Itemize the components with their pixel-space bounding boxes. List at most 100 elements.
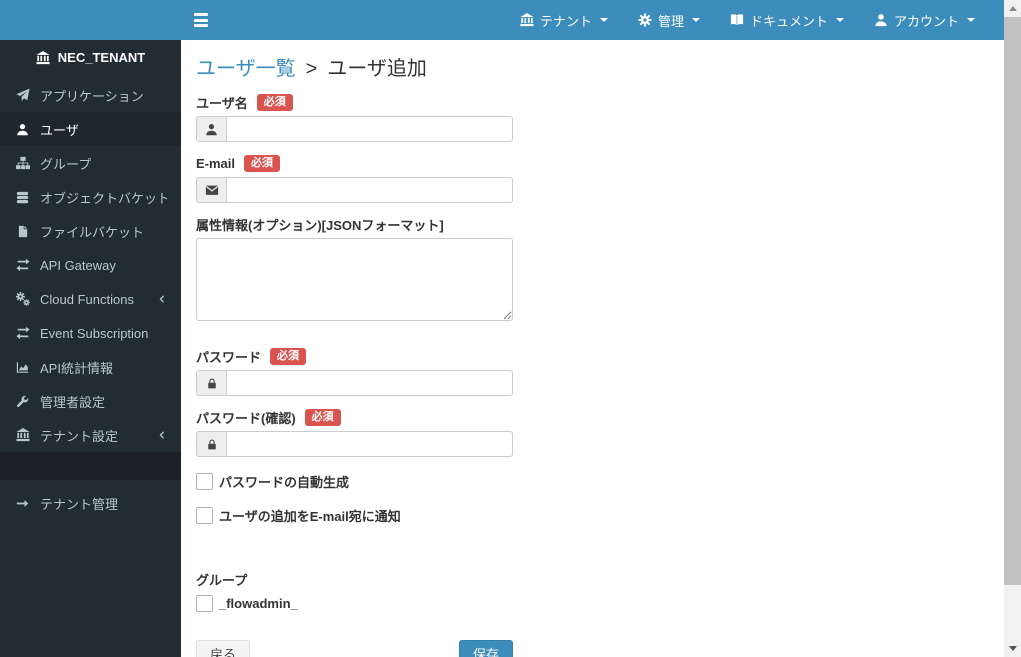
sidebar-item-label: ファイルバケット (40, 224, 145, 240)
database-icon (14, 191, 31, 204)
scrollbar-up-button[interactable] (1004, 0, 1021, 17)
caret-down-icon (691, 18, 700, 22)
sidebar-item-label: Cloud Functions (40, 291, 134, 307)
scrollbar-down-button[interactable] (1004, 640, 1021, 657)
file-icon (14, 225, 31, 238)
arrow-up-icon (1008, 6, 1017, 11)
username-input[interactable] (226, 116, 513, 142)
sidebar-item-object-bucket[interactable]: オブジェクトバケット (0, 180, 181, 214)
gear-icon (638, 13, 652, 27)
user-icon (14, 123, 31, 136)
group-flowadmin-checkbox[interactable] (196, 595, 213, 612)
topnav-menu: テナント 管理 ドキュメント アカウント (505, 0, 990, 40)
password-confirm-label-row: パスワード(確認) 必須 (196, 408, 513, 427)
topnav-admin-menu[interactable]: 管理 (623, 0, 715, 40)
notify-email-row: ユーザの追加をE-mail宛に通知 (196, 506, 513, 525)
vertical-scrollbar[interactable] (1004, 0, 1021, 657)
sidebar-toggle-button[interactable] (192, 11, 210, 29)
password-confirm-label: パスワード(確認) (196, 411, 296, 426)
sidebar-item-api-gateway[interactable]: API Gateway (0, 248, 181, 282)
topnav-tenant-menu[interactable]: テナント (505, 0, 623, 40)
password-label: パスワード (196, 350, 262, 365)
password-input[interactable] (226, 370, 513, 396)
sidebar-item-label: テナント管理 (40, 496, 119, 512)
send-icon (14, 88, 31, 102)
bank-icon (36, 50, 50, 64)
required-badge: 必須 (256, 93, 293, 112)
auto-generate-password-label: パスワードの自動生成 (219, 475, 350, 490)
page-title: ユーザ追加 (327, 58, 427, 80)
required-badge: 必須 (244, 154, 281, 173)
group-flowadmin-row: _flowadmin_ (196, 595, 513, 612)
sidebar-item-label: API統計情報 (40, 360, 113, 376)
sidebar-divider (0, 452, 181, 480)
topnav-admin-label: 管理 (657, 13, 684, 29)
sitemap-icon (14, 156, 31, 170)
breadcrumb-separator: > (305, 58, 318, 80)
auto-generate-password-checkbox[interactable] (196, 473, 213, 490)
group-flowadmin-label: _flowadmin_ (219, 596, 298, 611)
sidebar-item-label: 管理者設定 (40, 394, 106, 410)
sidebar-item-tenant-management[interactable]: テナント管理 (0, 486, 181, 520)
chevron-left-icon (157, 294, 167, 304)
sidebar-item-file-bucket[interactable]: ファイルバケット (0, 214, 181, 248)
sidebar-item-tenant-settings[interactable]: テナント設定 (0, 418, 181, 452)
password-label-row: パスワード 必須 (196, 347, 513, 366)
bank-icon (14, 428, 31, 442)
email-input[interactable] (226, 177, 513, 203)
required-badge: 必須 (270, 347, 307, 366)
lock-icon (196, 370, 226, 396)
user-icon (196, 116, 226, 142)
sidebar: NEC_TENANT アプリケーション ユーザ グループ オブジェクトバケット (0, 40, 181, 657)
envelope-icon (196, 177, 226, 203)
sidebar-item-group[interactable]: グループ (0, 146, 181, 180)
sidebar-item-user[interactable]: ユーザ (0, 112, 181, 146)
sidebar-item-label: オブジェクトバケット (40, 190, 167, 206)
sidebar-item-label: ユーザ (40, 122, 79, 138)
cogs-icon (14, 292, 31, 306)
arrow-right-icon (14, 497, 31, 510)
back-button[interactable]: 戻る (196, 640, 251, 657)
attributes-label: 属性情報(オプション)[JSONフォーマット] (196, 218, 444, 233)
attributes-label-row: 属性情報(オプション)[JSONフォーマット] (196, 216, 513, 233)
main-content: ユーザ一覧 > ユーザ追加 ユーザ名 必須 E-mail 必須 属性情報(オプシ… (181, 40, 1004, 657)
sidebar-item-label: グループ (40, 156, 92, 172)
chevron-left-icon (157, 430, 167, 440)
save-button[interactable]: 保存 (458, 640, 513, 657)
sidebar-item-event-subscription[interactable]: Event Subscription (0, 316, 181, 350)
arrow-down-icon (1008, 646, 1017, 651)
attributes-textarea[interactable] (196, 238, 513, 321)
tenant-brand-label: NEC_TENANT (57, 50, 146, 65)
top-navbar: テナント 管理 ドキュメント アカウント (0, 0, 1004, 40)
bank-icon (520, 13, 534, 27)
username-input-group (196, 116, 513, 142)
breadcrumb-user-list-link[interactable]: ユーザ一覧 (196, 58, 296, 80)
sidebar-item-admin-settings[interactable]: 管理者設定 (0, 384, 181, 418)
notify-email-checkbox[interactable] (196, 507, 213, 524)
username-label-row: ユーザ名 必須 (196, 93, 513, 112)
add-user-form: ユーザ名 必須 E-mail 必須 属性情報(オプション)[JSONフォーマット… (196, 93, 513, 657)
scrollbar-thumb[interactable] (1004, 17, 1021, 585)
topnav-account-menu[interactable]: アカウント (859, 0, 990, 40)
caret-down-icon (599, 18, 608, 22)
chart-icon (14, 361, 31, 374)
sidebar-item-label: API Gateway (40, 257, 116, 273)
tenant-brand: NEC_TENANT (0, 40, 181, 75)
sidebar-item-label: アプリケーション (40, 88, 144, 104)
email-label-row: E-mail 必須 (196, 154, 513, 173)
required-badge: 必須 (304, 408, 341, 427)
exchange-icon (14, 326, 31, 340)
app-window: テナント 管理 ドキュメント アカウント NEC_TENANT アプリケーション… (0, 0, 1021, 657)
topnav-document-menu[interactable]: ドキュメント (715, 0, 859, 40)
topnav-tenant-label: テナント (539, 13, 592, 29)
hamburger-icon (194, 13, 208, 16)
notify-email-label: ユーザの追加をE-mail宛に通知 (219, 509, 401, 524)
sidebar-item-application[interactable]: アプリケーション (0, 78, 181, 112)
email-input-group (196, 177, 513, 203)
breadcrumb: ユーザ一覧 > ユーザ追加 (196, 52, 1004, 81)
user-icon (875, 14, 887, 27)
sidebar-item-label: Event Subscription (40, 325, 149, 341)
sidebar-item-cloud-functions[interactable]: Cloud Functions (0, 282, 181, 316)
sidebar-item-api-statistics[interactable]: API統計情報 (0, 350, 181, 384)
password-confirm-input[interactable] (226, 431, 513, 457)
